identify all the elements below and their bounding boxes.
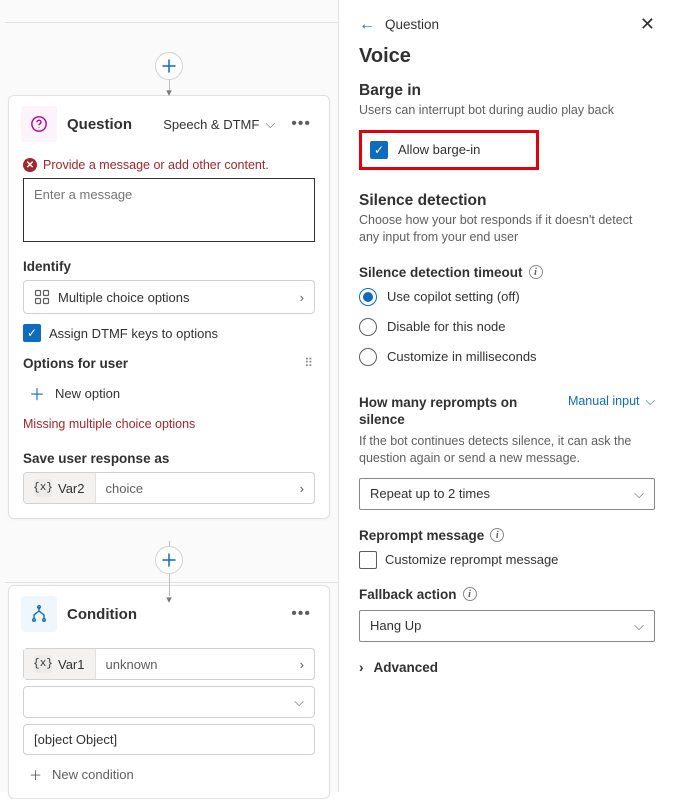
message-input[interactable] — [23, 178, 315, 242]
divider — [5, 582, 338, 583]
advanced-toggle[interactable]: › Advanced — [359, 660, 655, 675]
validation-error: ✕ Provide a message or add other content… — [23, 158, 315, 172]
info-icon[interactable]: i — [529, 265, 543, 279]
radio-icon — [359, 318, 377, 336]
node-header: Question Speech & DTMF ⌵ ••• — [9, 96, 329, 152]
plus-icon — [162, 59, 176, 73]
chevron-down-icon: ⌵ — [265, 116, 275, 132]
breadcrumb: Question — [385, 17, 439, 32]
allow-barge-in-checkbox[interactable]: ✓ — [370, 141, 388, 159]
chevron-right-icon: › — [290, 657, 314, 672]
chevron-right-icon: › — [300, 290, 304, 305]
add-node-button-top[interactable] — [155, 52, 183, 80]
authoring-canvas: ▾ Question Speech & DTMF ⌵ ••• ✕ Provide… — [0, 0, 338, 792]
reprompt-desc: If the bot continues detects silence, it… — [359, 433, 655, 468]
variable-chip: {x} Var1 — [24, 649, 96, 679]
assign-dtmf-checkbox[interactable]: ✓ Assign DTMF keys to options — [23, 324, 315, 342]
chevron-down-icon: ⌵ — [646, 394, 655, 409]
grip-icon[interactable]: ⠿ — [304, 360, 315, 367]
radio-icon — [359, 348, 377, 366]
identify-picker[interactable]: Multiple choice options › — [23, 280, 315, 314]
chevron-down-icon: ⌵ — [634, 618, 644, 634]
arrow-down-icon: ▾ — [166, 86, 172, 99]
silence-desc: Choose how your bot responds if it doesn… — [359, 212, 655, 247]
panel-header: ← Question ✕ — [359, 14, 655, 35]
node-title: Question — [67, 116, 153, 133]
node-title: Condition — [67, 606, 275, 623]
fallback-label: Fallback action i — [359, 587, 655, 602]
add-node-button-mid[interactable] — [155, 546, 183, 574]
new-condition-button[interactable]: ＋ New condition — [23, 755, 315, 784]
question-icon — [21, 106, 57, 142]
manual-input-link[interactable]: Manual input ⌵ — [568, 394, 655, 409]
options-label: Options for user — [23, 356, 128, 371]
divider — [5, 22, 338, 23]
operator-dropdown[interactable]: ⌵ — [23, 686, 315, 718]
multiple-choice-icon — [34, 289, 50, 305]
plus-icon — [162, 553, 176, 567]
more-menu-button[interactable]: ••• — [285, 601, 317, 627]
question-node[interactable]: Question Speech & DTMF ⌵ ••• ✕ Provide a… — [8, 95, 330, 519]
silence-opt-copilot[interactable]: Use copilot setting (off) — [359, 288, 655, 306]
fallback-select[interactable]: Hang Up ⌵ — [359, 610, 655, 642]
identify-label: Identify — [23, 259, 315, 274]
chevron-right-icon: › — [359, 660, 364, 675]
radio-selected-icon — [359, 288, 377, 306]
back-button[interactable]: ← — [359, 16, 375, 34]
condition-value-input[interactable]: [object Object] — [23, 724, 315, 755]
customize-reprompt-checkbox[interactable]: Customize reprompt message — [359, 551, 655, 569]
barge-in-highlight: ✓ Allow barge-in — [359, 130, 539, 170]
reprompt-message-label: Reprompt message i — [359, 528, 655, 543]
info-icon[interactable]: i — [490, 528, 504, 542]
barge-in-heading: Barge in — [359, 82, 655, 100]
silence-heading: Silence detection — [359, 192, 655, 210]
checkbox-unchecked-icon — [359, 551, 377, 569]
reprompt-heading: How many reprompts on silence — [359, 394, 519, 429]
silence-timeout-label: Silence detection timeout i — [359, 265, 655, 280]
properties-panel: ← Question ✕ Voice Barge in Users can in… — [338, 0, 675, 792]
arrow-down-icon: ▾ — [166, 593, 172, 606]
variable-icon: {x} — [34, 479, 52, 497]
voice-heading: Voice — [359, 45, 655, 68]
plus-icon: ＋ — [29, 381, 45, 405]
chevron-down-icon: ⌵ — [634, 486, 644, 502]
condition-node[interactable]: Condition ••• {x} Var1 unknown › ⌵ [obje… — [8, 585, 330, 799]
save-response-label: Save user response as — [23, 451, 315, 466]
info-icon[interactable]: i — [463, 587, 477, 601]
new-option-button[interactable]: ＋ New option — [23, 371, 315, 409]
variable-picker[interactable]: {x} Var2 choice › — [23, 472, 315, 504]
reprompt-count-select[interactable]: Repeat up to 2 times ⌵ — [359, 478, 655, 510]
checkbox-checked-icon: ✓ — [23, 324, 41, 342]
error-icon: ✕ — [23, 158, 37, 172]
silence-opt-disable[interactable]: Disable for this node — [359, 318, 655, 336]
chevron-right-icon: › — [290, 481, 314, 496]
more-menu-button[interactable]: ••• — [285, 111, 317, 137]
chevron-down-icon: ⌵ — [294, 694, 304, 710]
variable-icon: {x} — [34, 655, 52, 673]
close-button[interactable]: ✕ — [640, 14, 655, 35]
condition-variable-picker[interactable]: {x} Var1 unknown › — [23, 648, 315, 680]
options-error: Missing multiple choice options — [23, 417, 315, 431]
variable-chip: {x} Var2 — [24, 473, 96, 503]
condition-icon — [21, 596, 57, 632]
barge-in-desc: Users can interrupt bot during audio pla… — [359, 102, 655, 120]
plus-icon: ＋ — [29, 765, 42, 784]
mode-selector[interactable]: Speech & DTMF ⌵ — [163, 116, 275, 132]
silence-opt-customize[interactable]: Customize in milliseconds — [359, 348, 655, 366]
